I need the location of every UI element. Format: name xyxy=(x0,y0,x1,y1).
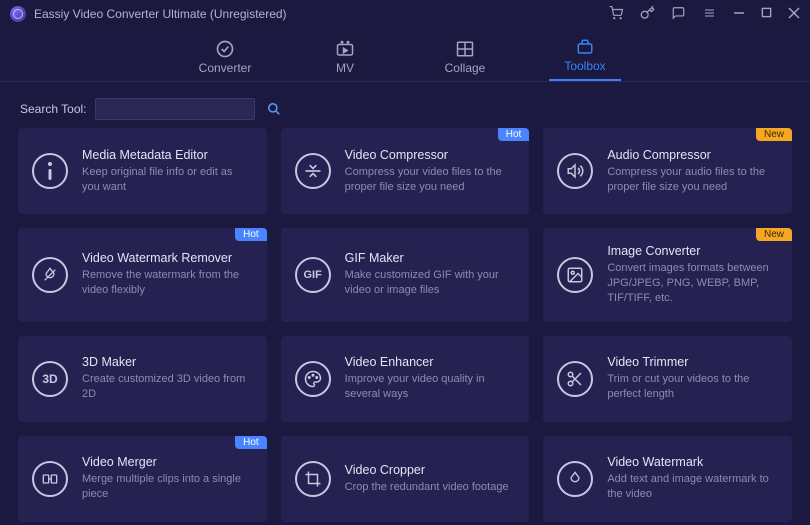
3d-icon: 3D xyxy=(32,361,68,397)
app-logo-icon xyxy=(10,6,26,22)
info-icon xyxy=(32,153,68,189)
tool-title: 3D Maker xyxy=(82,355,253,369)
tool-media-metadata-editor[interactable]: Media Metadata Editor Keep original file… xyxy=(18,128,267,214)
tool-title: Media Metadata Editor xyxy=(82,148,253,162)
new-badge: New xyxy=(756,128,792,141)
tool-image-converter[interactable]: New Image Converter Convert images forma… xyxy=(543,228,792,322)
image-icon xyxy=(557,257,593,293)
tab-toolbox[interactable]: Toolbox xyxy=(549,38,621,81)
tool-desc: Compress your video files to the proper … xyxy=(345,165,516,195)
tool-desc: Add text and image watermark to the vide… xyxy=(607,472,778,502)
new-badge: New xyxy=(756,228,792,241)
main-tabs: Converter MV Collage Toolbox xyxy=(0,28,810,82)
search-bar: Search Tool: xyxy=(0,82,810,128)
titlebar-actions xyxy=(608,5,800,23)
tools-grid: Media Metadata Editor Keep original file… xyxy=(18,128,792,522)
hot-badge: Hot xyxy=(498,128,530,141)
tab-label: Converter xyxy=(199,61,252,75)
tool-title: Video Cropper xyxy=(345,463,516,477)
maximize-button[interactable] xyxy=(761,7,772,21)
tool-desc: Remove the watermark from the video flex… xyxy=(82,268,253,298)
tab-mv[interactable]: MV xyxy=(309,40,381,81)
tool-title: Video Watermark xyxy=(607,455,778,469)
titlebar: Eassiy Video Converter Ultimate (Unregis… xyxy=(0,0,810,28)
feedback-icon[interactable] xyxy=(671,6,686,23)
search-button[interactable] xyxy=(263,98,285,120)
gif-icon: GIF xyxy=(295,257,331,293)
tool-desc: Compress your audio files to the proper … xyxy=(607,165,778,195)
crop-icon xyxy=(295,461,331,497)
tool-desc: Crop the redundant video footage xyxy=(345,480,516,495)
audio-icon xyxy=(557,153,593,189)
tool-desc: Merge multiple clips into a single piece xyxy=(82,472,253,502)
tool-video-enhancer[interactable]: Video Enhancer Improve your video qualit… xyxy=(281,336,530,422)
tool-desc: Make customized GIF with your video or i… xyxy=(345,268,516,298)
close-button[interactable] xyxy=(788,7,800,22)
cart-icon[interactable] xyxy=(608,6,624,23)
tool-desc: Trim or cut your videos to the perfect l… xyxy=(607,372,778,402)
drop-icon xyxy=(32,257,68,293)
tool-3d-maker[interactable]: 3D 3D Maker Create customized 3D video f… xyxy=(18,336,267,422)
mv-icon xyxy=(334,40,356,58)
tool-video-trimmer[interactable]: Video Trimmer Trim or cut your videos to… xyxy=(543,336,792,422)
tool-audio-compressor[interactable]: New Audio Compressor Compress your audio… xyxy=(543,128,792,214)
toolbox-icon xyxy=(574,38,596,56)
tool-title: Image Converter xyxy=(607,244,778,258)
collage-icon xyxy=(454,40,476,58)
tab-label: Toolbox xyxy=(564,59,605,73)
converter-icon xyxy=(214,40,236,58)
merge-icon xyxy=(32,461,68,497)
hot-badge: Hot xyxy=(235,436,267,449)
tool-desc: Create customized 3D video from 2D xyxy=(82,372,253,402)
tool-title: Video Merger xyxy=(82,455,253,469)
search-input[interactable] xyxy=(95,98,255,120)
compress-icon xyxy=(295,153,331,189)
app-title: Eassiy Video Converter Ultimate (Unregis… xyxy=(34,7,608,21)
search-label: Search Tool: xyxy=(20,102,87,116)
tool-title: Video Watermark Remover xyxy=(82,251,253,265)
tool-desc: Keep original file info or edit as you w… xyxy=(82,165,253,195)
tool-video-watermark[interactable]: Video Watermark Add text and image water… xyxy=(543,436,792,522)
tool-video-compressor[interactable]: Hot Video Compressor Compress your video… xyxy=(281,128,530,214)
tab-label: MV xyxy=(336,61,354,75)
watermark-icon xyxy=(557,461,593,497)
tools-scroll[interactable]: Media Metadata Editor Keep original file… xyxy=(0,128,810,525)
tool-title: Video Compressor xyxy=(345,148,516,162)
key-icon[interactable] xyxy=(640,5,655,23)
palette-icon xyxy=(295,361,331,397)
tool-title: GIF Maker xyxy=(345,251,516,265)
tool-video-cropper[interactable]: Video Cropper Crop the redundant video f… xyxy=(281,436,530,522)
tool-title: Video Enhancer xyxy=(345,355,516,369)
tool-desc: Convert images formats between JPG/JPEG,… xyxy=(607,261,778,306)
minimize-button[interactable] xyxy=(733,7,745,22)
tab-label: Collage xyxy=(445,61,486,75)
tab-collage[interactable]: Collage xyxy=(429,40,501,81)
tool-gif-maker[interactable]: GIF GIF Maker Make customized GIF with y… xyxy=(281,228,530,322)
tool-title: Audio Compressor xyxy=(607,148,778,162)
tab-converter[interactable]: Converter xyxy=(189,40,261,81)
tool-video-watermark-remover[interactable]: Hot Video Watermark Remover Remove the w… xyxy=(18,228,267,322)
scissors-icon xyxy=(557,361,593,397)
tool-video-merger[interactable]: Hot Video Merger Merge multiple clips in… xyxy=(18,436,267,522)
hot-badge: Hot xyxy=(235,228,267,241)
tool-desc: Improve your video quality in several wa… xyxy=(345,372,516,402)
menu-icon[interactable] xyxy=(702,7,717,22)
tool-title: Video Trimmer xyxy=(607,355,778,369)
